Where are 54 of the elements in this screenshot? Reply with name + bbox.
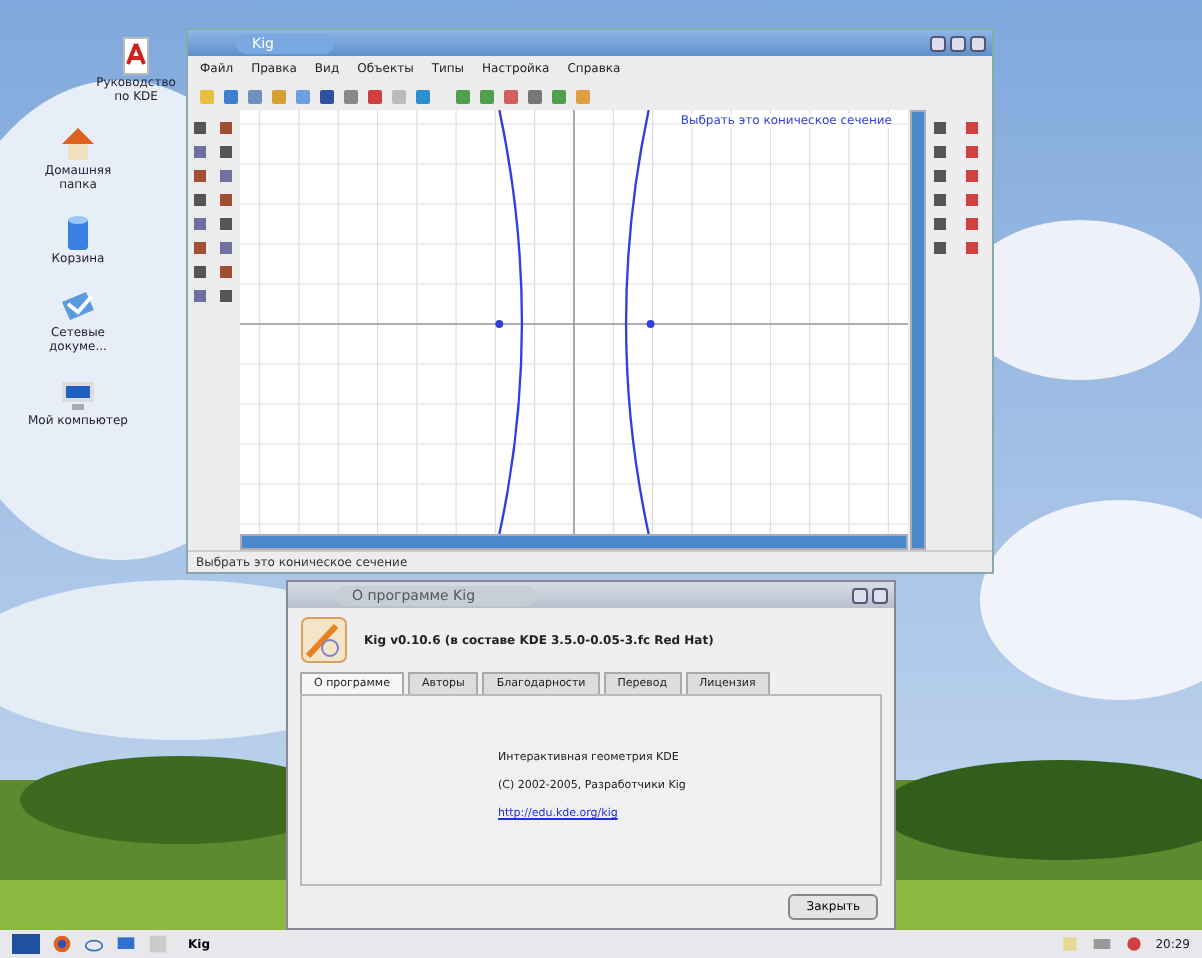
tool-button[interactable] [190, 238, 210, 258]
tool-button[interactable] [216, 118, 236, 138]
tool-button[interactable] [930, 118, 950, 138]
tool-button[interactable] [190, 262, 210, 282]
tool-button[interactable] [216, 166, 236, 186]
globe-icon[interactable] [52, 934, 72, 954]
tool-button[interactable] [190, 118, 210, 138]
tray-icon[interactable] [1123, 934, 1144, 954]
tool-button[interactable] [216, 262, 236, 282]
tool-button[interactable] [962, 214, 982, 234]
close-button[interactable] [970, 35, 986, 51]
help-button[interactable] [852, 587, 868, 603]
tool-button[interactable] [930, 166, 950, 186]
minimize-button[interactable] [930, 35, 946, 51]
zoom-button[interactable] [548, 86, 568, 106]
tool-button[interactable] [190, 190, 210, 210]
vertical-scrollbar[interactable] [910, 110, 926, 550]
tool-button[interactable] [930, 214, 950, 234]
tool-button[interactable] [216, 286, 236, 306]
toolbar-button[interactable] [364, 86, 384, 106]
zoom-button[interactable] [476, 86, 496, 106]
start-button[interactable] [12, 934, 40, 954]
close-button[interactable] [872, 587, 888, 603]
maximize-button[interactable] [950, 35, 966, 51]
tool-button[interactable] [962, 118, 982, 138]
tool-button[interactable] [190, 166, 210, 186]
horizontal-scrollbar[interactable] [240, 534, 908, 550]
tool-button[interactable] [962, 166, 982, 186]
zoom-button[interactable] [452, 86, 472, 106]
tool-button[interactable] [930, 238, 950, 258]
tool-button[interactable] [216, 190, 236, 210]
toolbar-button[interactable] [316, 86, 336, 106]
tool-button[interactable] [930, 190, 950, 210]
tool-button[interactable] [216, 238, 236, 258]
house-icon[interactable] [58, 124, 98, 164]
tool-button[interactable] [930, 142, 950, 162]
tray-icon[interactable] [1091, 934, 1112, 954]
tool-button[interactable] [962, 142, 982, 162]
tool-button[interactable] [216, 142, 236, 162]
toolbar-button[interactable] [340, 86, 360, 106]
toolbar-button[interactable] [220, 86, 240, 106]
tool-button[interactable] [190, 286, 210, 306]
compass-icon [300, 616, 348, 664]
tool-button[interactable] [962, 190, 982, 210]
toolbar-button[interactable] [244, 86, 264, 106]
zoom-button[interactable] [500, 86, 520, 106]
zoom-button[interactable] [524, 86, 544, 106]
tool-button[interactable] [190, 214, 210, 234]
tool-button[interactable] [190, 142, 210, 162]
cloud-icon[interactable] [84, 934, 104, 954]
toolbar-button[interactable] [412, 86, 432, 106]
tool-button[interactable] [216, 214, 236, 234]
monitor-icon[interactable] [116, 934, 136, 954]
tool-button[interactable] [962, 238, 982, 258]
